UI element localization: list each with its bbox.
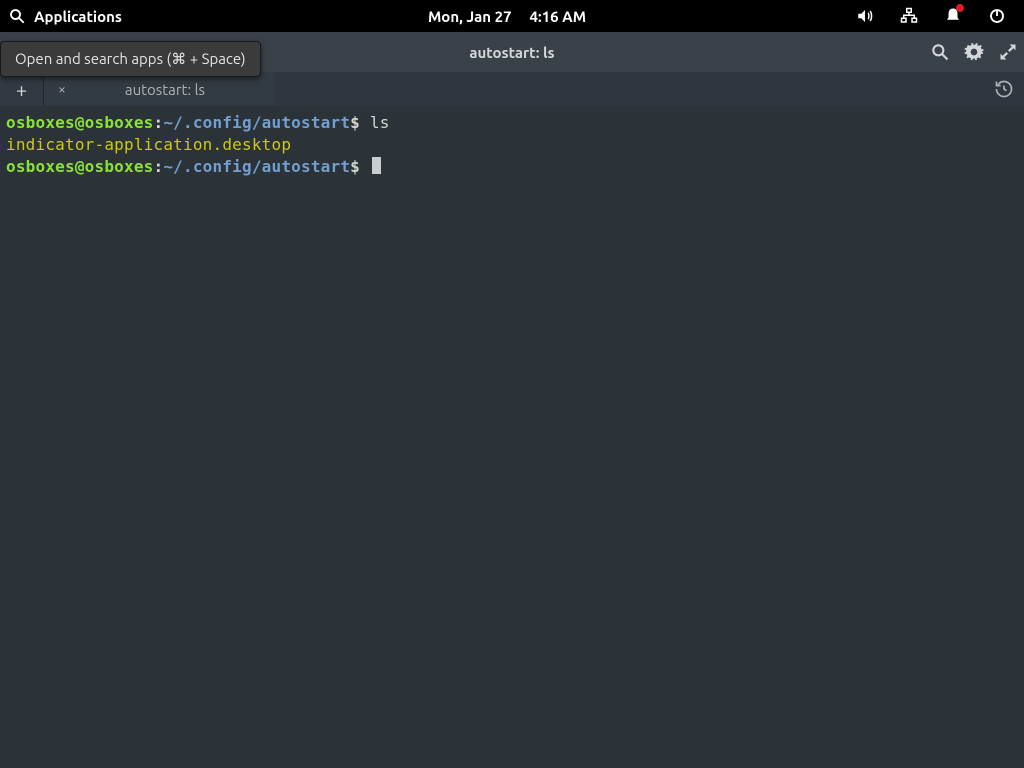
prompt-sep: : [154, 157, 164, 176]
applications-menu-label[interactable]: Applications [34, 8, 122, 25]
panel-center-group: Mon, Jan 27 4:16 AM [341, 8, 674, 25]
panel-right-group [673, 7, 1016, 25]
history-button[interactable] [994, 72, 1014, 106]
terminal-cursor [372, 157, 381, 174]
prompt-dollar: $ [350, 113, 360, 132]
applications-tooltip: Open and search apps (⌘ + Space) [0, 41, 261, 77]
close-tab-icon[interactable]: × [58, 81, 66, 97]
desktop-top-panel: Applications Mon, Jan 27 4:16 AM [0, 0, 1024, 32]
terminal-tab[interactable]: × autostart: ls [44, 72, 274, 106]
power-icon[interactable] [988, 7, 1006, 25]
panel-date[interactable]: Mon, Jan 27 [428, 8, 512, 25]
notification-badge [956, 4, 964, 12]
tab-title: autostart: ls [80, 81, 260, 98]
terminal-line: osboxes@osboxes:~/.config/autostart$ ls [6, 112, 1018, 134]
tooltip-text: Open and search apps (⌘ + Space) [15, 50, 246, 67]
panel-time[interactable]: 4:16 AM [530, 8, 587, 25]
titlebar-search-icon[interactable] [930, 42, 950, 62]
restore-window-icon[interactable] [998, 42, 1018, 62]
prompt-user: osboxes@osboxes [6, 113, 154, 132]
prompt-path: ~/.config/autostart [163, 113, 350, 132]
prompt-user: osboxes@osboxes [6, 157, 154, 176]
terminal-tab-bar: + × autostart: ls [0, 72, 1024, 106]
output-text: indicator-application.desktop [6, 135, 291, 154]
prompt-path: ~/.config/autostart [163, 157, 350, 176]
gear-icon[interactable] [964, 42, 984, 62]
volume-icon[interactable] [856, 7, 874, 25]
notifications-icon[interactable] [944, 7, 962, 25]
network-icon[interactable] [900, 7, 918, 25]
window-action-group [930, 42, 1018, 62]
new-tab-button[interactable]: + [0, 72, 44, 106]
terminal-content[interactable]: osboxes@osboxes:~/.config/autostart$ ls … [0, 106, 1024, 184]
prompt-sep: : [154, 113, 164, 132]
terminal-line: indicator-application.desktop [6, 134, 1018, 156]
search-icon[interactable] [8, 7, 26, 25]
prompt-dollar: $ [350, 157, 360, 176]
panel-left-group: Applications [8, 7, 341, 25]
command-text: ls [370, 113, 390, 132]
plus-icon: + [16, 78, 27, 101]
terminal-line: osboxes@osboxes:~/.config/autostart$ [6, 156, 1018, 178]
